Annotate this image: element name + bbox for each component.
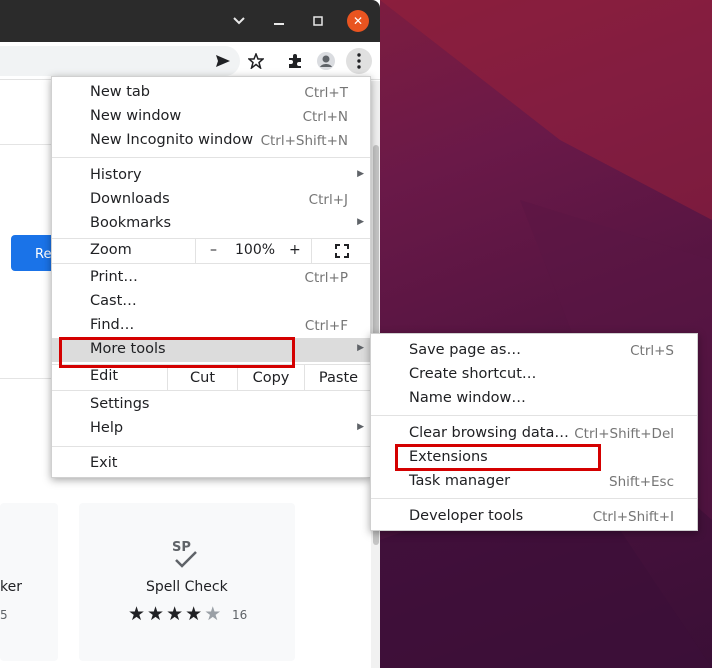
copy-button[interactable]: Copy bbox=[237, 365, 304, 390]
bookmark-star-icon[interactable] bbox=[245, 50, 267, 72]
menu-item-label: Zoom bbox=[90, 242, 132, 258]
menu-item-edit: Edit Cut Copy Paste bbox=[52, 365, 370, 390]
menu-item-label: Edit bbox=[90, 368, 119, 384]
menu-item-label: Exit bbox=[90, 455, 118, 471]
menu-item-downloads[interactable]: Downloads Ctrl+J bbox=[52, 188, 370, 212]
submenu-arrow-icon: ▶ bbox=[357, 217, 364, 227]
menu-item-label: Bookmarks bbox=[90, 215, 172, 231]
menu-item-shortcut: Ctrl+N bbox=[302, 109, 348, 125]
menu-item-bookmarks[interactable]: Bookmarks ▶ bbox=[52, 212, 370, 236]
fullscreen-button[interactable] bbox=[311, 239, 371, 263]
menu-item-shortcut: Ctrl+Shift+N bbox=[260, 133, 348, 149]
menu-item-label: Find… bbox=[90, 317, 135, 333]
menu-separator bbox=[371, 415, 697, 416]
menu-item-clear-browsing-data[interactable]: Clear browsing data… Ctrl+Shift+Del bbox=[371, 422, 697, 446]
menu-item-label: Settings bbox=[90, 396, 150, 412]
menu-item-shortcut: Ctrl+F bbox=[304, 318, 348, 334]
menu-item-help[interactable]: Help ▶ bbox=[52, 417, 370, 441]
more-menu-icon[interactable] bbox=[346, 48, 372, 74]
more-tools-submenu: Save page as… Ctrl+S Create shortcut… Na… bbox=[370, 333, 698, 531]
fullscreen-icon bbox=[335, 244, 349, 258]
zoom-in-button[interactable]: + bbox=[289, 242, 301, 258]
menu-item-cast[interactable]: Cast… bbox=[52, 290, 370, 314]
annotation-box-more-tools bbox=[59, 337, 295, 368]
star-filled-icon: ★ bbox=[166, 603, 184, 625]
menu-item-new-tab[interactable]: New tab Ctrl+T bbox=[52, 81, 370, 105]
menu-item-shortcut: Ctrl+Shift+Del bbox=[574, 426, 674, 442]
menu-item-shortcut: Ctrl+S bbox=[630, 343, 674, 359]
close-icon[interactable]: ✕ bbox=[347, 10, 369, 32]
main-menu: New tab Ctrl+T New window Ctrl+N New Inc… bbox=[51, 76, 371, 478]
menu-item-label: Task manager bbox=[409, 473, 511, 489]
menu-item-label: New window bbox=[90, 108, 182, 124]
menu-item-label: Clear browsing data… bbox=[409, 425, 569, 441]
rating-count: 5 bbox=[0, 608, 8, 622]
submenu-arrow-icon: ▶ bbox=[357, 422, 364, 432]
cut-button[interactable]: Cut bbox=[167, 365, 237, 390]
paste-button[interactable]: Paste bbox=[304, 365, 372, 390]
menu-item-label: Help bbox=[90, 420, 124, 436]
card-title: Spell Check bbox=[146, 579, 228, 595]
menu-item-history[interactable]: History ▶ bbox=[52, 164, 370, 188]
submenu-arrow-icon: ▶ bbox=[357, 169, 364, 179]
menu-item-task-manager[interactable]: Task manager Shift+Esc bbox=[371, 470, 697, 494]
menu-item-exit[interactable]: Exit bbox=[52, 452, 370, 476]
card-title: ker bbox=[0, 579, 22, 595]
send-tab-icon[interactable] bbox=[212, 50, 234, 72]
rating-count: 16 bbox=[232, 608, 248, 622]
menu-item-name-window[interactable]: Name window… bbox=[371, 387, 697, 411]
menu-item-label: Developer tools bbox=[409, 508, 524, 524]
address-bar[interactable] bbox=[0, 46, 240, 76]
star-filled-icon: ★ bbox=[185, 603, 203, 625]
menu-item-label: Save page as… bbox=[409, 342, 521, 358]
menu-item-new-incognito[interactable]: New Incognito window Ctrl+Shift+N bbox=[52, 129, 370, 153]
zoom-controls: – 100% + bbox=[195, 239, 311, 263]
menu-item-zoom: Zoom – 100% + bbox=[52, 239, 370, 263]
minimize-icon[interactable] bbox=[268, 10, 290, 32]
menu-separator bbox=[371, 498, 697, 499]
chevron-down-icon[interactable] bbox=[228, 10, 250, 32]
menu-item-label: History bbox=[90, 167, 142, 183]
menu-item-save-page[interactable]: Save page as… Ctrl+S bbox=[371, 339, 697, 363]
menu-separator bbox=[52, 263, 370, 264]
menu-separator bbox=[52, 446, 370, 447]
annotation-box-extensions bbox=[395, 444, 601, 471]
spell-check-icon: SP bbox=[170, 540, 200, 570]
menu-item-label: New tab bbox=[90, 84, 151, 100]
menu-item-new-window[interactable]: New window Ctrl+N bbox=[52, 105, 370, 129]
menu-item-label: New Incognito window bbox=[90, 132, 254, 148]
menu-item-shortcut: Ctrl+P bbox=[304, 270, 348, 286]
menu-item-print[interactable]: Print… Ctrl+P bbox=[52, 266, 370, 290]
submenu-arrow-icon: ▶ bbox=[357, 343, 364, 353]
menu-item-create-shortcut[interactable]: Create shortcut… bbox=[371, 363, 697, 387]
menu-separator bbox=[52, 157, 370, 158]
menu-item-label: Cast… bbox=[90, 293, 137, 309]
profile-icon[interactable] bbox=[315, 50, 337, 72]
title-bar: ✕ bbox=[0, 0, 380, 42]
menu-separator bbox=[52, 390, 370, 391]
zoom-out-button[interactable]: – bbox=[210, 242, 217, 258]
star-empty-icon: ★ bbox=[204, 603, 222, 625]
menu-item-shortcut: Shift+Esc bbox=[609, 474, 674, 490]
star-filled-icon: ★ bbox=[128, 603, 146, 625]
menu-item-label: Name window… bbox=[409, 390, 526, 406]
menu-item-shortcut: Ctrl+Shift+I bbox=[592, 509, 674, 525]
menu-item-label: Create shortcut… bbox=[409, 366, 537, 382]
extensions-puzzle-icon[interactable] bbox=[284, 50, 306, 72]
menu-item-settings[interactable]: Settings bbox=[52, 393, 370, 417]
menu-item-find[interactable]: Find… Ctrl+F bbox=[52, 314, 370, 338]
browser-toolbar bbox=[0, 42, 380, 80]
menu-item-label: Downloads bbox=[90, 191, 170, 207]
menu-item-developer-tools[interactable]: Developer tools Ctrl+Shift+I bbox=[371, 505, 697, 529]
maximize-icon[interactable] bbox=[307, 10, 329, 32]
star-filled-icon: ★ bbox=[147, 603, 165, 625]
menu-item-shortcut: Ctrl+J bbox=[308, 192, 348, 208]
zoom-level: 100% bbox=[235, 242, 276, 258]
rating-stars: ★ ★ ★ ★ ★ bbox=[128, 603, 221, 625]
menu-item-shortcut: Ctrl+T bbox=[304, 85, 348, 101]
menu-item-label: Print… bbox=[90, 269, 138, 285]
